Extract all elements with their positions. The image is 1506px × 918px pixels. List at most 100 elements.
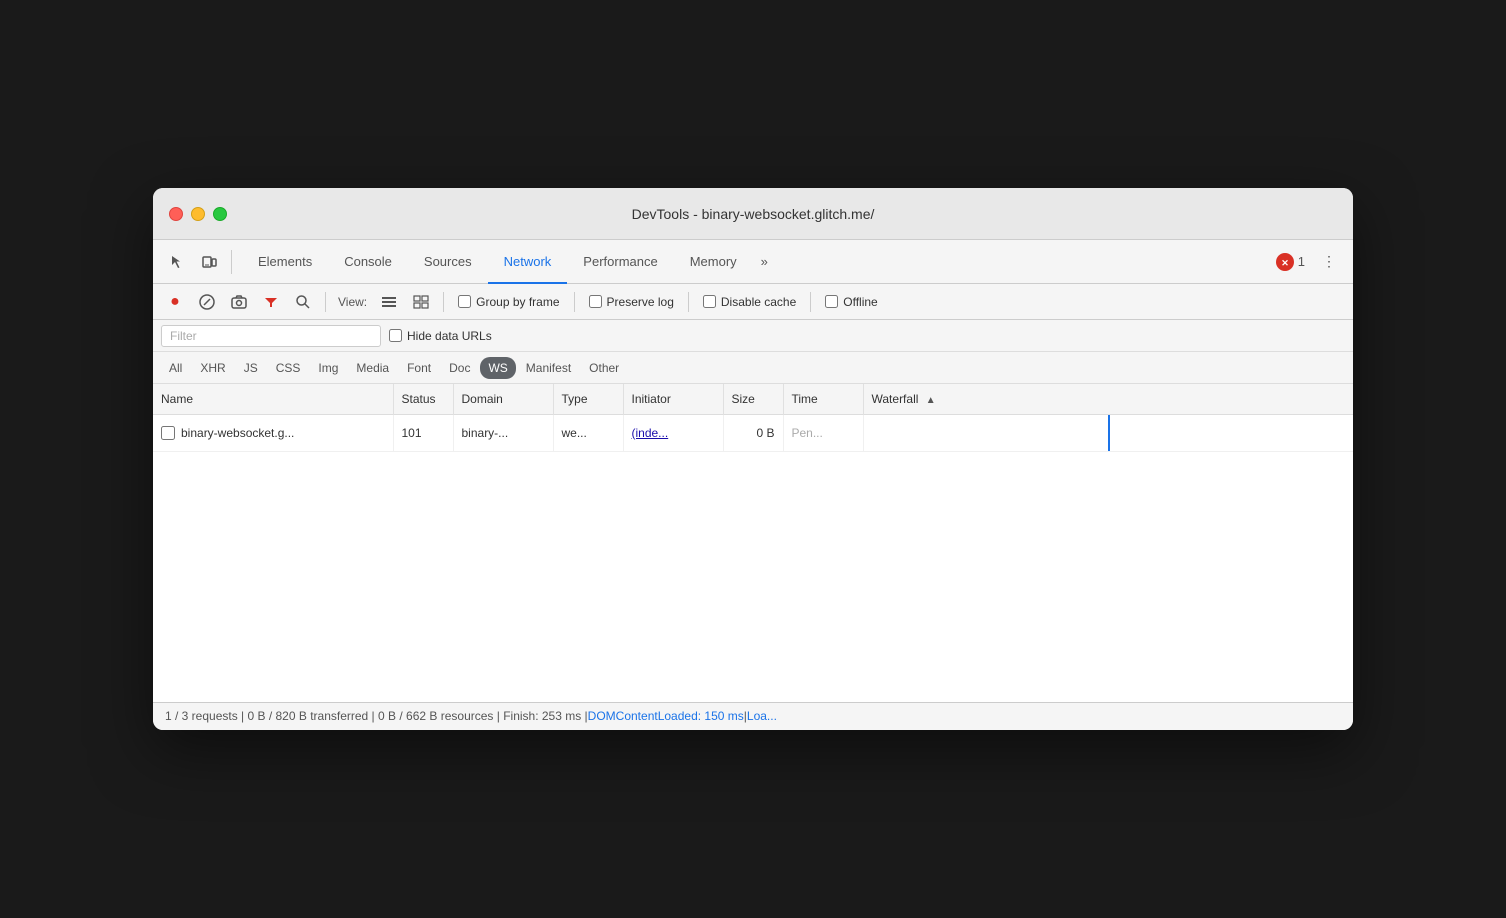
inspect-element-button[interactable] [161, 246, 193, 278]
waterfall-container [872, 415, 1346, 451]
tree-view-button[interactable] [407, 288, 435, 316]
minimize-button[interactable] [191, 207, 205, 221]
waterfall-line [1108, 415, 1110, 451]
list-view-icon [381, 294, 397, 310]
cell-size: 0 B [723, 414, 783, 451]
cell-time: Pen... [783, 414, 863, 451]
toolbar-separator-1 [231, 250, 232, 274]
net-sep-2 [443, 292, 444, 312]
col-header-domain[interactable]: Domain [453, 384, 553, 414]
camera-icon [231, 294, 247, 310]
tab-list: Elements Console Sources Network Perform… [242, 240, 753, 284]
cell-status: 101 [393, 414, 453, 451]
col-header-name[interactable]: Name [153, 384, 393, 414]
type-filter-css[interactable]: CSS [268, 357, 309, 379]
device-toggle-button[interactable] [193, 246, 225, 278]
search-button[interactable] [289, 288, 317, 316]
devtools-menu-button[interactable]: ⋮ [1313, 246, 1345, 278]
more-tabs-button[interactable]: » [753, 254, 776, 269]
group-by-frame-checkbox[interactable] [458, 295, 471, 308]
disable-cache-label[interactable]: Disable cache [703, 295, 796, 309]
row-checkbox[interactable] [161, 426, 175, 440]
record-button[interactable]: ● [161, 288, 189, 316]
offline-checkbox[interactable] [825, 295, 838, 308]
clear-icon [199, 294, 215, 310]
devtools-toolbar: Elements Console Sources Network Perform… [153, 240, 1353, 284]
error-icon: ✕ [1278, 255, 1292, 269]
maximize-button[interactable] [213, 207, 227, 221]
table-header: Name Status Domain Type Initiator [153, 384, 1353, 414]
col-header-size[interactable]: Size [723, 384, 783, 414]
search-icon [295, 294, 311, 310]
type-filter-ws[interactable]: WS [480, 357, 515, 379]
screenshot-button[interactable] [225, 288, 253, 316]
type-filter-bar: All XHR JS CSS Img Media Font Doc WS Man… [153, 352, 1353, 384]
empty-table-area [153, 452, 1353, 702]
type-filter-all[interactable]: All [161, 357, 190, 379]
sort-arrow-icon: ▲ [926, 395, 936, 406]
hide-data-urls-label[interactable]: Hide data URLs [389, 329, 492, 343]
col-header-type[interactable]: Type [553, 384, 623, 414]
view-label: View: [338, 295, 367, 309]
tab-performance[interactable]: Performance [567, 240, 673, 284]
tab-elements[interactable]: Elements [242, 240, 328, 284]
network-toolbar: ● View: [153, 284, 1353, 320]
devtools-window: DevTools - binary-websocket.glitch.me/ E… [153, 188, 1353, 730]
close-button[interactable] [169, 207, 183, 221]
filter-icon [263, 294, 279, 310]
type-filter-doc[interactable]: Doc [441, 357, 478, 379]
dom-content-loaded-link[interactable]: DOMContentLoaded: 150 ms [588, 709, 744, 723]
hide-data-urls-checkbox[interactable] [389, 329, 402, 342]
network-table-wrapper: Name Status Domain Type Initiator [153, 384, 1353, 702]
type-filter-media[interactable]: Media [348, 357, 397, 379]
filter-toggle-button[interactable] [257, 288, 285, 316]
inspect-icon [169, 254, 185, 270]
cell-type: we... [553, 414, 623, 451]
device-icon [201, 254, 217, 270]
tab-memory[interactable]: Memory [674, 240, 753, 284]
tab-network[interactable]: Network [488, 240, 568, 284]
title-bar: DevTools - binary-websocket.glitch.me/ [153, 188, 1353, 240]
cell-waterfall [863, 414, 1353, 451]
type-filter-js[interactable]: JS [236, 357, 266, 379]
tab-console[interactable]: Console [328, 240, 408, 284]
toolbar-right: ✕ 1 ⋮ [1276, 246, 1345, 278]
table-body: binary-websocket.g... 101 binary-... we.… [153, 414, 1353, 451]
traffic-lights [169, 207, 227, 221]
net-sep-4 [688, 292, 689, 312]
type-filter-manifest[interactable]: Manifest [518, 357, 579, 379]
error-badge: ✕ [1276, 253, 1294, 271]
net-sep-5 [810, 292, 811, 312]
table-row[interactable]: binary-websocket.g... 101 binary-... we.… [153, 414, 1353, 451]
col-header-time[interactable]: Time [783, 384, 863, 414]
tree-view-icon [413, 294, 429, 310]
load-link[interactable]: Loa... [747, 709, 777, 723]
cell-domain: binary-... [453, 414, 553, 451]
net-sep-1 [325, 292, 326, 312]
col-header-waterfall[interactable]: Waterfall ▲ [863, 384, 1353, 414]
window-title: DevTools - binary-websocket.glitch.me/ [632, 206, 875, 222]
network-table: Name Status Domain Type Initiator [153, 384, 1353, 452]
group-by-frame-label[interactable]: Group by frame [458, 295, 559, 309]
type-filter-img[interactable]: Img [310, 357, 346, 379]
filter-bar: Hide data URLs [153, 320, 1353, 352]
filter-input[interactable] [161, 325, 381, 347]
type-filter-font[interactable]: Font [399, 357, 439, 379]
svg-text:✕: ✕ [1281, 258, 1289, 268]
clear-button[interactable] [193, 288, 221, 316]
disable-cache-checkbox[interactable] [703, 295, 716, 308]
tab-sources[interactable]: Sources [408, 240, 488, 284]
col-header-initiator[interactable]: Initiator [623, 384, 723, 414]
net-sep-3 [574, 292, 575, 312]
cell-initiator: (inde... [623, 414, 723, 451]
error-count: 1 [1298, 254, 1305, 269]
col-header-status[interactable]: Status [393, 384, 453, 414]
preserve-log-label[interactable]: Preserve log [589, 295, 674, 309]
offline-label[interactable]: Offline [825, 295, 877, 309]
preserve-log-checkbox[interactable] [589, 295, 602, 308]
error-indicator: ✕ 1 [1276, 253, 1305, 271]
list-view-button[interactable] [375, 288, 403, 316]
cell-name: binary-websocket.g... [153, 414, 393, 451]
type-filter-xhr[interactable]: XHR [192, 357, 233, 379]
type-filter-other[interactable]: Other [581, 357, 627, 379]
